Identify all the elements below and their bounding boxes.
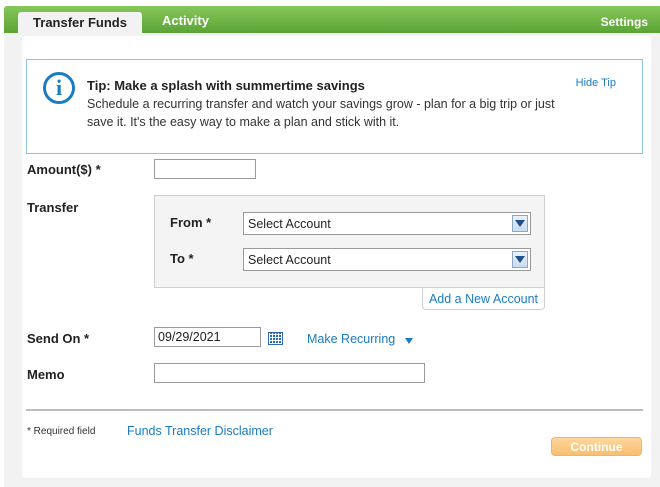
from-account-select[interactable]: Select Account [243, 212, 531, 235]
required-field-note: * Required field [27, 426, 96, 437]
memo-input[interactable] [154, 363, 425, 383]
from-account-value: Select Account [248, 216, 331, 231]
hide-tip-link[interactable]: Hide Tip [576, 77, 616, 89]
send-on-label: Send On * [27, 331, 90, 346]
calendar-icon[interactable] [268, 332, 283, 345]
transfer-accounts-box: From * Select Account To * Select Accoun… [154, 195, 545, 288]
info-icon: i [43, 72, 75, 104]
make-recurring-link[interactable]: Make Recurring [307, 332, 395, 346]
funds-transfer-disclaimer-link[interactable]: Funds Transfer Disclaimer [127, 424, 273, 438]
tab-bar: Transfer Funds Activity Settings [4, 6, 660, 33]
from-label: From * [170, 215, 212, 230]
amount-input[interactable] [154, 159, 256, 179]
to-label: To * [170, 251, 194, 266]
send-on-date-input[interactable] [154, 327, 261, 347]
continue-button[interactable]: Continue [551, 437, 642, 456]
to-account-select[interactable]: Select Account [243, 248, 531, 271]
memo-label: Memo [27, 367, 65, 382]
chevron-down-icon[interactable] [512, 215, 528, 232]
transfer-label: Transfer [27, 200, 79, 215]
tab-transfer-funds[interactable]: Transfer Funds [18, 12, 142, 33]
divider [26, 409, 643, 411]
to-account-value: Select Account [248, 252, 331, 267]
amount-label: Amount($) * [27, 162, 101, 177]
chevron-down-icon[interactable] [512, 251, 528, 268]
tip-body: Schedule a recurring transfer and watch … [87, 97, 555, 129]
settings-link[interactable]: Settings [601, 15, 648, 29]
add-new-account-link[interactable]: Add a New Account [422, 288, 545, 310]
tip-box: i Tip: Make a splash with summertime sav… [26, 59, 643, 154]
tab-activity[interactable]: Activity [162, 13, 209, 28]
caret-down-icon[interactable] [405, 338, 413, 344]
tip-title: Tip: Make a splash with summertime savin… [87, 78, 365, 93]
